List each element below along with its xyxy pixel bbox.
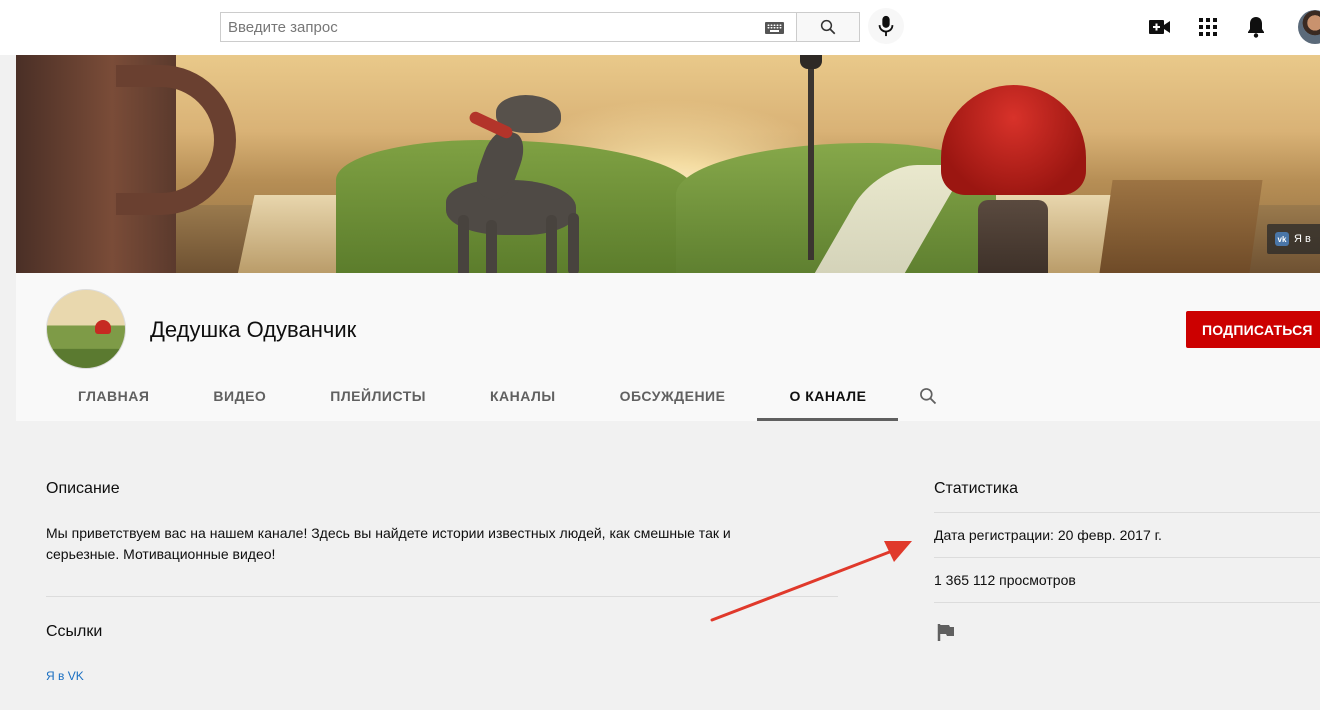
channel-tabs: ГЛАВНАЯ ВИДЕО ПЛЕЙЛИСТЫ КАНАЛЫ ОБСУЖДЕНИ… — [46, 371, 958, 421]
channel-header: Дедушка Одуванчик ПОДПИСАТЬСЯ ГЛАВНАЯ ВИ… — [16, 273, 1320, 421]
channel-description: Мы приветствуем вас на нашем канале! Зде… — [46, 523, 806, 565]
tab-discussion[interactable]: ОБСУЖДЕНИЕ — [588, 371, 758, 421]
divider — [934, 557, 1320, 558]
tab-channels[interactable]: КАНАЛЫ — [458, 371, 588, 421]
view-count: 1 365 112 просмотров — [934, 572, 1076, 588]
search-button[interactable] — [796, 12, 860, 42]
tab-playlists[interactable]: ПЛЕЙЛИСТЫ — [298, 371, 458, 421]
create-video-button[interactable] — [1148, 15, 1172, 39]
banner-vk-label: Я в — [1294, 233, 1311, 245]
divider — [934, 602, 1320, 603]
links-heading: Ссылки — [46, 623, 103, 640]
registration-date: Дата регистрации: 20 февр. 2017 г. — [934, 527, 1162, 543]
channel-name: Дедушка Одуванчик — [150, 317, 357, 342]
vk-link[interactable]: Я в VK — [46, 669, 84, 683]
keyboard-icon[interactable] — [765, 22, 784, 34]
search-field[interactable] — [220, 12, 796, 42]
mic-icon — [878, 15, 894, 37]
vk-icon: vk — [1275, 232, 1289, 246]
tab-home[interactable]: ГЛАВНАЯ — [46, 371, 181, 421]
banner-vk-link[interactable]: vk Я в — [1267, 224, 1320, 254]
search-input[interactable] — [228, 18, 748, 36]
tab-about[interactable]: О КАНАЛЕ — [757, 371, 899, 421]
channel-banner — [16, 55, 1320, 273]
divider — [934, 512, 1320, 513]
tab-videos[interactable]: ВИДЕО — [181, 371, 298, 421]
video-camera-icon — [1149, 20, 1170, 34]
notifications-button[interactable] — [1244, 15, 1268, 39]
channel-avatar[interactable] — [46, 289, 126, 369]
about-content: Описание Мы приветствуем вас на нашем ка… — [16, 421, 1320, 710]
description-heading: Описание — [46, 480, 120, 497]
search-bar — [220, 12, 860, 42]
divider — [46, 596, 838, 597]
voice-search-button[interactable] — [868, 8, 904, 44]
flag-icon[interactable] — [936, 622, 956, 642]
subscribe-button[interactable]: ПОДПИСАТЬСЯ — [1186, 311, 1320, 348]
bell-icon — [1248, 17, 1264, 38]
description-line: Мы приветствуем вас на нашем канале! Зде… — [46, 525, 731, 541]
apps-button[interactable] — [1196, 15, 1220, 39]
search-icon — [820, 19, 836, 35]
top-bar — [0, 0, 1320, 55]
apps-icon — [1199, 18, 1217, 36]
channel-search-button[interactable] — [898, 371, 958, 421]
description-line: серьезные. Мотивационные видео! — [46, 546, 276, 562]
avatar[interactable] — [1298, 10, 1320, 44]
stats-heading: Статистика — [934, 480, 1019, 497]
search-icon — [920, 388, 937, 405]
